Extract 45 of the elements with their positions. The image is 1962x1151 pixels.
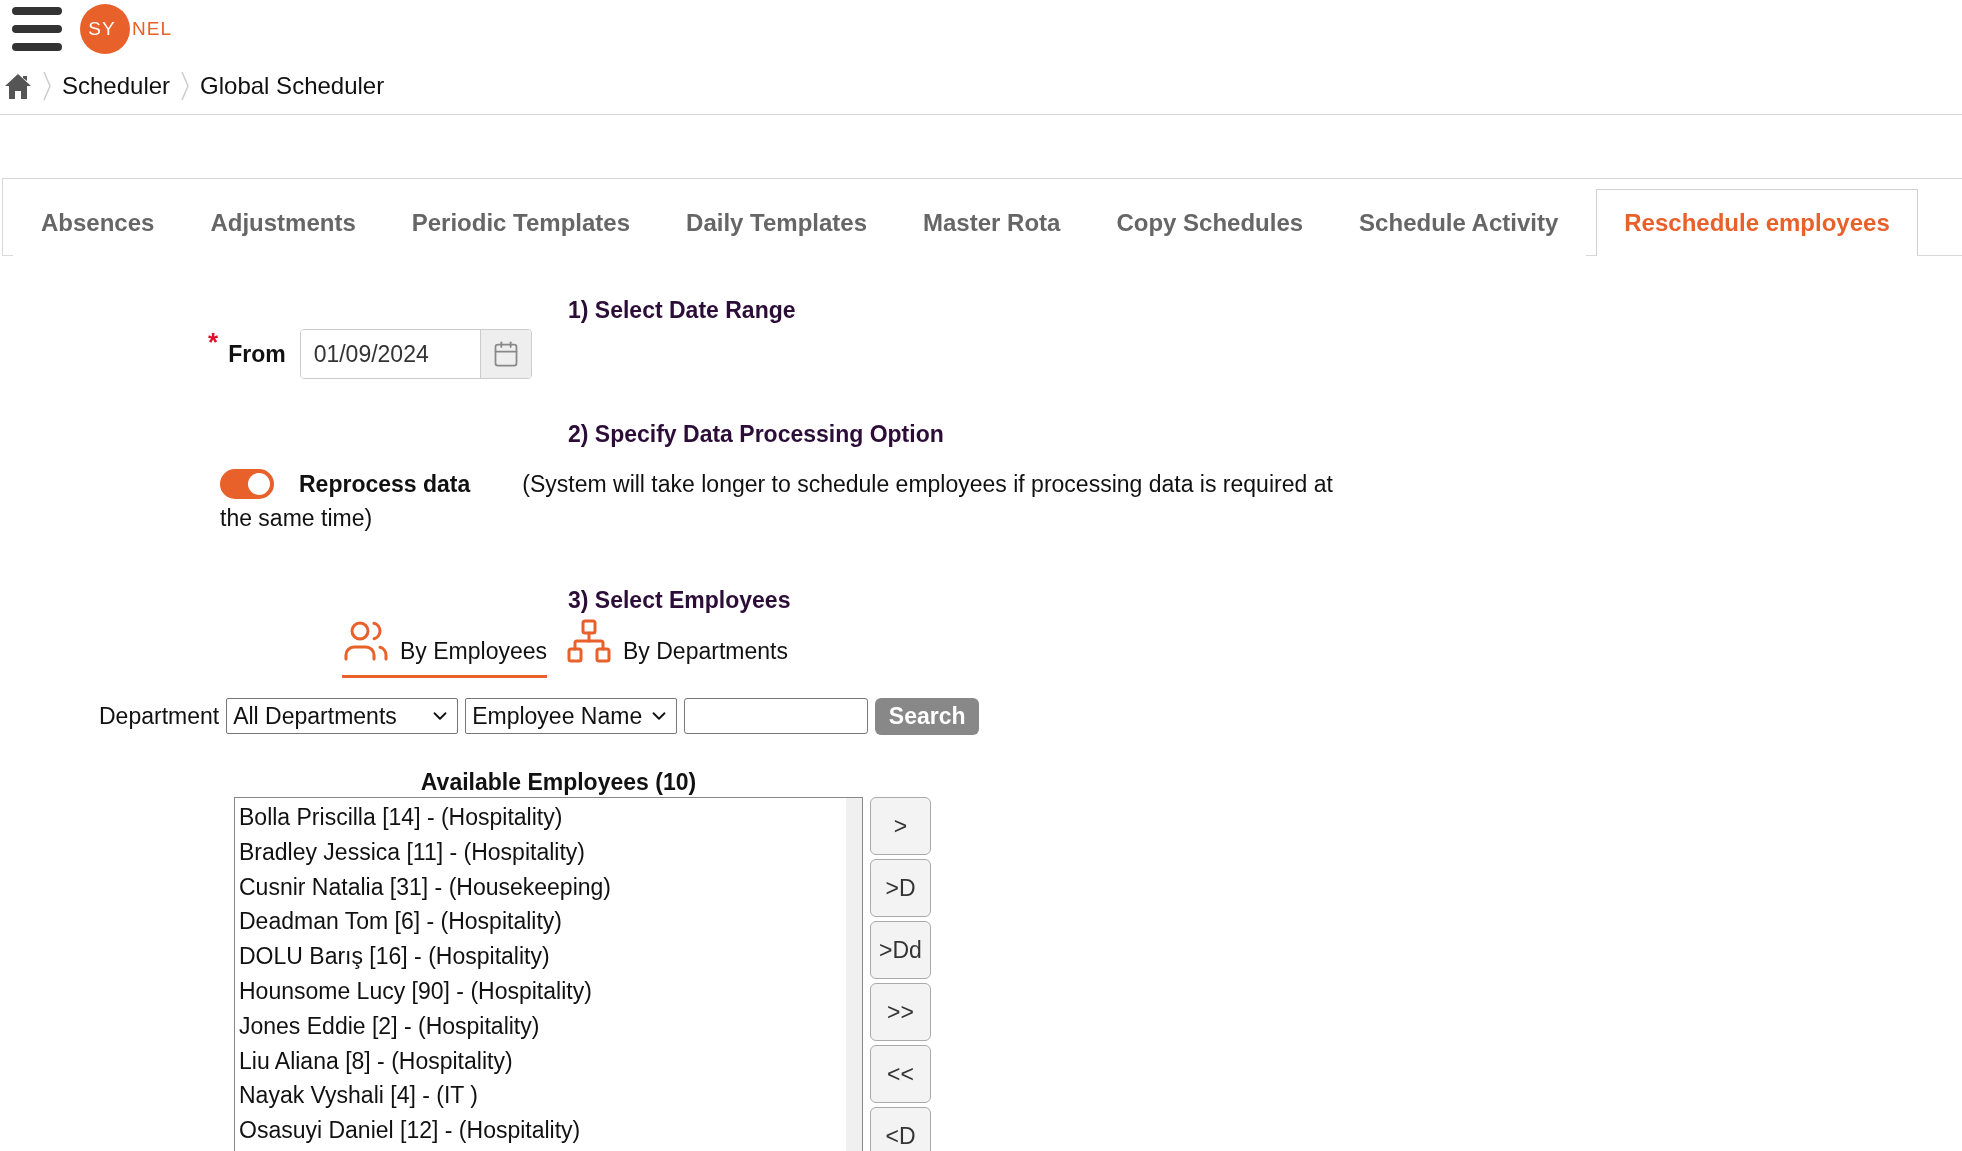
required-mark: * xyxy=(208,327,219,358)
list-item[interactable]: Osasuyi Daniel [12] - (Hospitality) xyxy=(239,1113,842,1148)
logo-mark: SY xyxy=(80,4,130,54)
toggle-label: Reprocess data xyxy=(299,470,471,499)
list-item[interactable]: Deadman Tom [6] - (Hospitality) xyxy=(239,904,842,940)
list-title: Available Employees (10) xyxy=(419,768,698,797)
employee-list[interactable] xyxy=(234,797,863,1151)
move-button[interactable]: > xyxy=(870,797,931,855)
move-button[interactable]: << xyxy=(870,1045,931,1103)
list-item[interactable]: Hounsome Lucy [90] - (Hospitality) xyxy=(239,974,842,1009)
list-item[interactable]: Cusnir Natalia [31] - (Housekeeping) xyxy=(239,869,842,905)
section-heading: 2) Specify Data Processing Option xyxy=(568,420,945,449)
move-button[interactable]: >> xyxy=(870,983,931,1041)
logo-text: NEL xyxy=(132,18,172,40)
list-item[interactable]: DOLU Barış [16] - (Hospitality) xyxy=(239,939,842,974)
breadcrumb-separator-icon xyxy=(180,71,191,101)
move-button[interactable]: >Dd xyxy=(870,921,931,979)
section-heading: 3) Select Employees xyxy=(568,586,792,615)
mode-tab[interactable]: By Departments xyxy=(565,615,788,678)
scrollbar[interactable] xyxy=(846,798,862,1151)
search-button[interactable]: Search xyxy=(875,697,980,735)
home-icon[interactable] xyxy=(4,72,32,100)
breadcrumb-separator-icon xyxy=(42,71,52,101)
move-button[interactable]: <D xyxy=(870,1107,931,1151)
list-item[interactable]: Bradley Jessica [11] - (Hospitality) xyxy=(239,834,842,870)
date-field[interactable]: 01/09/2024 xyxy=(299,329,532,379)
breadcrumb-link[interactable]: Global Scheduler xyxy=(200,72,385,100)
list-item[interactable]: Liu Aliana [8] - (Hospitality) xyxy=(239,1043,842,1079)
field-label: Department xyxy=(99,702,220,730)
menu-icon[interactable] xyxy=(12,7,62,51)
field-select[interactable]: Employee Name xyxy=(465,698,678,734)
list-item[interactable]: Bolla Priscilla [14] - (Hospitality) xyxy=(239,800,842,835)
hierarchy-icon xyxy=(565,617,613,665)
mode-tab[interactable]: By Employees xyxy=(342,615,547,678)
note-text: the same time) xyxy=(220,504,373,533)
move-button[interactable]: >D xyxy=(870,859,931,917)
breadcrumb-link[interactable]: Scheduler xyxy=(62,72,171,100)
search-field[interactable] xyxy=(684,698,869,734)
field-label: From xyxy=(228,340,286,368)
section-heading: 1) Select Date Range xyxy=(568,296,797,325)
department-select[interactable]: All Departments xyxy=(226,698,459,734)
note-text: (System will take longer to schedule employees if processing data is required at xyxy=(522,470,1333,499)
list-item[interactable]: Jones Eddie [2] - (Hospitality) xyxy=(239,1008,842,1044)
list-item[interactable]: Nayak Vyshali [4] - (IT ) xyxy=(239,1078,842,1114)
toggle-switch[interactable] xyxy=(220,469,274,499)
